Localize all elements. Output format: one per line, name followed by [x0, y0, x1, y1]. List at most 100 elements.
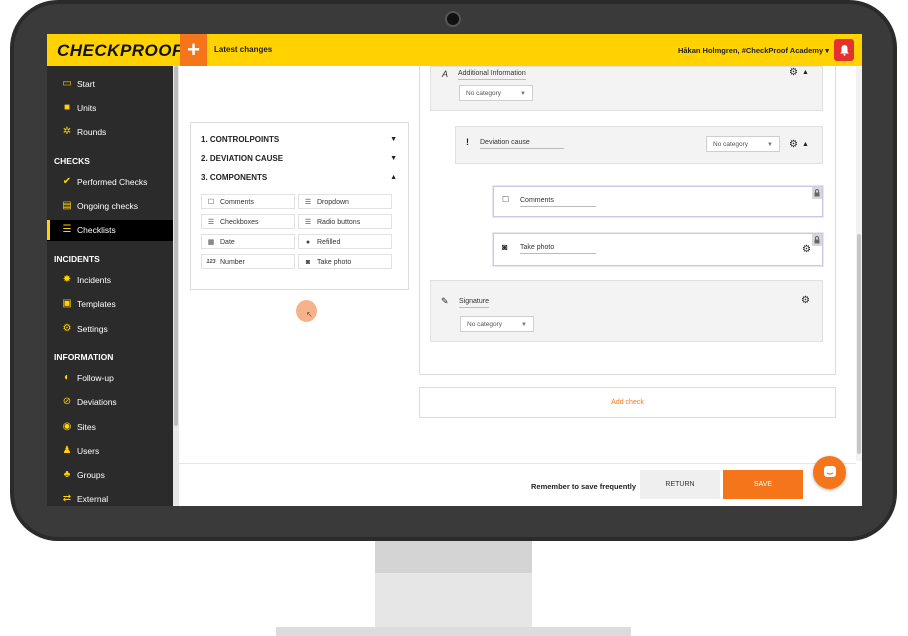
category-select[interactable]: No category ▼ — [460, 316, 534, 332]
handshake-icon: ⇄ — [62, 493, 72, 504]
sidebar-item-label: Rounds — [77, 127, 107, 137]
deviation-cause-block[interactable]: ! Deviation cause No category ▼ ⚙ ▲ — [455, 126, 823, 164]
chevron-down-icon[interactable]: ▼ — [390, 136, 397, 143]
chevron-up-icon[interactable]: ▲ — [390, 174, 397, 181]
sidebar-item-groups[interactable]: ♣ Groups — [47, 465, 173, 485]
lock-icon — [812, 187, 822, 199]
component-checkboxes[interactable]: ☰ Checkboxes — [201, 214, 295, 229]
cursor-icon: ↖ — [306, 310, 313, 319]
sidebar-item-checklists[interactable]: ☰ Checklists — [47, 220, 173, 241]
component-label: Date — [220, 239, 235, 246]
sidebar-item-settings[interactable]: ⚙ Settings — [47, 319, 173, 339]
comment-icon: ☐ — [207, 199, 215, 206]
monitor-stand-base — [276, 627, 631, 636]
check-circle-icon: ✔ — [62, 176, 72, 187]
edit-icon: ✎ — [441, 296, 449, 306]
webcam-icon — [445, 11, 461, 27]
gear-icon[interactable]: ⚙ — [801, 295, 810, 306]
component-date[interactable]: ▦ Date — [201, 234, 295, 249]
camera-icon: ◙ — [305, 259, 311, 266]
sidebar-item-external[interactable]: ⇄ External — [47, 489, 173, 506]
component-take-photo[interactable]: ◙ Take photo — [298, 254, 392, 269]
top-bar: CHECKPROOF + Latest changes ▾ Håkan Holm… — [47, 34, 862, 66]
sidebar-item-label: Follow-up — [77, 373, 114, 383]
user-icon: ♟ — [62, 445, 72, 456]
user-menu[interactable]: Håkan Holmgren, #CheckProof Academy ▾ — [678, 46, 829, 55]
sidebar-item-rounds[interactable]: ✲ Rounds — [47, 122, 173, 142]
component-comments[interactable]: ☐ Comments — [201, 194, 295, 209]
gear-icon[interactable]: ⚙ — [802, 244, 811, 255]
sidebar-item-ongoing-checks[interactable]: ▤ Ongoing checks — [47, 196, 173, 216]
bell-icon[interactable] — [834, 39, 854, 61]
add-check-button[interactable]: Add check — [419, 387, 836, 418]
component-label: Refilled — [317, 239, 341, 246]
sidebar-item-label: Groups — [77, 470, 105, 480]
sidebar-item-start[interactable]: ▭ Start — [47, 74, 173, 94]
component-label: Number — [220, 259, 245, 266]
comments-field[interactable]: ☐ Comments — [493, 186, 823, 217]
component-radio-buttons[interactable]: ☰ Radio buttons — [298, 214, 392, 229]
chat-icon[interactable] — [813, 456, 846, 489]
chevron-down-icon: ▼ — [520, 91, 526, 97]
gear-icon[interactable]: ⚙ — [789, 67, 798, 78]
category-select-value: No category — [713, 141, 749, 148]
chevron-down-icon: ▼ — [521, 322, 527, 328]
main-scrollbar-thumb[interactable] — [857, 234, 861, 454]
monitor-icon: ▭ — [62, 78, 72, 89]
accordion-controlpoints[interactable]: 1. CONTROLPOINTS — [201, 135, 279, 144]
camera-icon: ◙ — [502, 242, 508, 252]
latest-changes-caret-icon: ▾ — [268, 46, 272, 53]
sidebar-item-label: Templates — [77, 299, 116, 309]
collapse-icon[interactable]: ▲ — [802, 69, 809, 76]
category-select[interactable]: No category ▼ — [706, 136, 780, 152]
field-label: Take photo — [520, 244, 596, 254]
component-dropdown[interactable]: ☰ Dropdown — [298, 194, 392, 209]
sidebar-item-users[interactable]: ♟ Users — [47, 441, 173, 461]
sidebar-scrollbar-thumb[interactable] — [174, 66, 178, 426]
sidebar-item-units[interactable]: ■ Units — [47, 98, 173, 118]
sidebar-item-performed-checks[interactable]: ✔ Performed Checks — [47, 172, 173, 192]
chevron-down-icon[interactable]: ▼ — [390, 155, 397, 162]
sidebar-heading-information: INFORMATION — [54, 352, 114, 362]
sidebar-item-incidents[interactable]: ✸ Incidents — [47, 270, 173, 290]
component-number[interactable]: 123 Number — [201, 254, 295, 269]
signature-block[interactable]: ✎ Signature ⚙ No category ▼ — [430, 280, 823, 342]
settings-icon: ⚙ — [62, 323, 72, 334]
monitor-stand-shadow — [375, 541, 532, 573]
app-screen: CHECKPROOF + Latest changes ▾ Håkan Holm… — [47, 34, 862, 506]
collapse-icon[interactable]: ▲ — [802, 141, 809, 148]
field-label: Additional Information — [458, 70, 526, 80]
return-button[interactable]: RETURN — [640, 470, 720, 499]
exclamation-icon: ! — [466, 137, 469, 147]
sidebar-item-label: Settings — [77, 324, 108, 334]
save-button[interactable]: SAVE — [723, 470, 803, 499]
component-label: Dropdown — [317, 199, 349, 206]
accordion-components[interactable]: 3. COMPONENTS — [201, 173, 267, 182]
sidebar-item-follow-up[interactable]: ◐ Follow-up — [47, 368, 173, 388]
save-reminder-text: Remember to save frequently — [531, 482, 637, 491]
accordion-deviation-cause[interactable]: 2. DEVIATION CAUSE — [201, 154, 283, 163]
sidebar: ▭ Start ■ Units ✲ Rounds CHECKS ✔ Perfor… — [47, 66, 173, 506]
additional-information-block[interactable]: A Additional Information ⚙ ▲ No category… — [430, 66, 823, 111]
sidebar-item-templates[interactable]: ▣ Templates — [47, 294, 173, 314]
component-label: Checkboxes — [220, 219, 259, 226]
truck-icon: ■ — [63, 102, 71, 113]
latest-changes-link[interactable]: Latest changes — [214, 45, 272, 54]
category-select-value: No category — [467, 321, 503, 328]
gear-icon[interactable]: ⚙ — [789, 139, 798, 150]
radio-list-icon: ☰ — [304, 219, 312, 226]
checkproof-logo[interactable]: CHECKPROOF — [57, 41, 183, 61]
component-refilled[interactable]: ● Refilled — [298, 234, 392, 249]
dropdown-icon: ☰ — [304, 199, 312, 206]
incident-icon: ✸ — [62, 274, 72, 285]
sidebar-item-sites[interactable]: ◉ Sites — [47, 417, 173, 437]
take-photo-field[interactable]: ◙ Take photo ⚙ — [493, 233, 823, 266]
sidebar-item-deviations[interactable]: ⊘ Deviations — [47, 392, 173, 412]
calendar-icon: ▦ — [207, 239, 215, 246]
component-label: Take photo — [317, 259, 352, 266]
sidebar-item-label: Incidents — [77, 275, 112, 285]
clipboard-icon: ▤ — [62, 200, 72, 211]
category-select[interactable]: No category ▼ — [459, 85, 533, 101]
component-palette: 1. CONTROLPOINTS ▼ 2. DEVIATION CAUSE ▼ … — [190, 122, 409, 290]
add-new-button[interactable]: + — [180, 34, 207, 66]
